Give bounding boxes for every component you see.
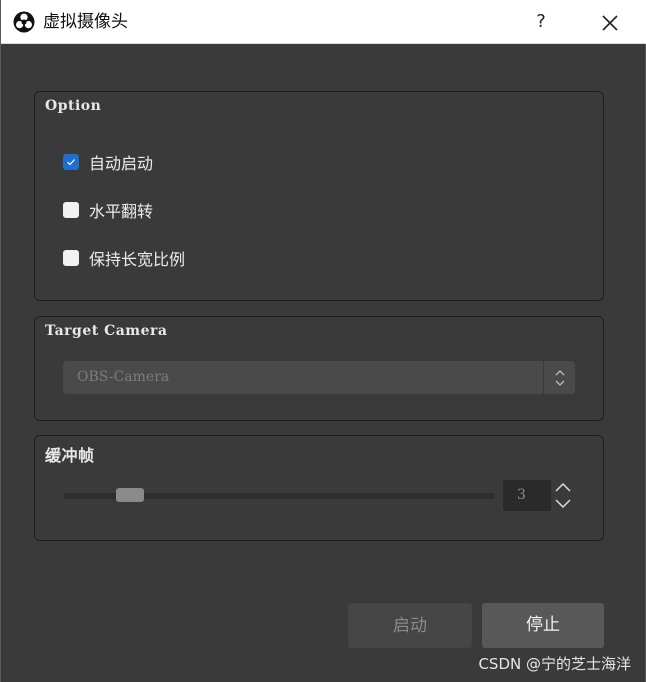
buffer-spinbox[interactable]: 3	[503, 480, 575, 511]
horizontal-flip-label: 水平翻转	[89, 202, 154, 221]
window-title: 虚拟摄像头	[43, 12, 128, 32]
buffer-spin-field[interactable]: 3	[503, 480, 551, 511]
keep-aspect-ratio-label: 保持长宽比例	[89, 250, 186, 269]
start-button[interactable]: 启动	[348, 603, 472, 648]
up-down-chevron-icon	[555, 370, 565, 386]
target-camera-group-title: Target Camera	[45, 323, 168, 339]
checkmark-icon	[67, 159, 75, 166]
horizontal-flip-checkbox-row[interactable]: 水平翻转	[63, 198, 153, 222]
keep-aspect-ratio-checkbox-row[interactable]: 保持长宽比例	[63, 246, 185, 270]
auto-start-checkbox[interactable]	[63, 154, 79, 170]
decrement-icon[interactable]	[551, 496, 575, 511]
option-group: Option 自动启动 水平翻转 保持长宽比例	[34, 91, 604, 301]
select-divider	[543, 361, 544, 394]
virtual-camera-dialog: 虚拟摄像头 ? Option 自动启动 水平翻转 保持长宽比例 Target C…	[0, 0, 646, 682]
watermark: CSDN @宁的芝士海洋	[478, 655, 631, 673]
auto-start-checkbox-row[interactable]: 自动启动	[63, 150, 153, 174]
target-camera-value: OBS-Camera	[77, 369, 170, 385]
target-camera-select[interactable]: OBS-Camera	[63, 361, 575, 394]
increment-icon[interactable]	[551, 480, 575, 495]
buffer-slider-handle[interactable]	[115, 488, 144, 502]
auto-start-label: 自动启动	[89, 154, 154, 173]
keep-aspect-ratio-checkbox[interactable]	[63, 250, 79, 266]
horizontal-flip-checkbox[interactable]	[63, 202, 79, 218]
title-bar[interactable]: 虚拟摄像头 ?	[1, 0, 646, 44]
buffer-frames-group-title: 缓冲帧	[45, 446, 95, 465]
buffer-value: 3	[517, 487, 526, 503]
help-button[interactable]: ?	[527, 8, 555, 36]
stop-button[interactable]: 停止	[482, 603, 604, 648]
option-group-title: Option	[45, 98, 102, 114]
obs-logo-icon	[13, 11, 35, 33]
buffer-frames-group: 缓冲帧 3	[34, 435, 604, 541]
target-camera-group: Target Camera OBS-Camera	[34, 316, 604, 421]
close-icon[interactable]	[595, 8, 625, 38]
